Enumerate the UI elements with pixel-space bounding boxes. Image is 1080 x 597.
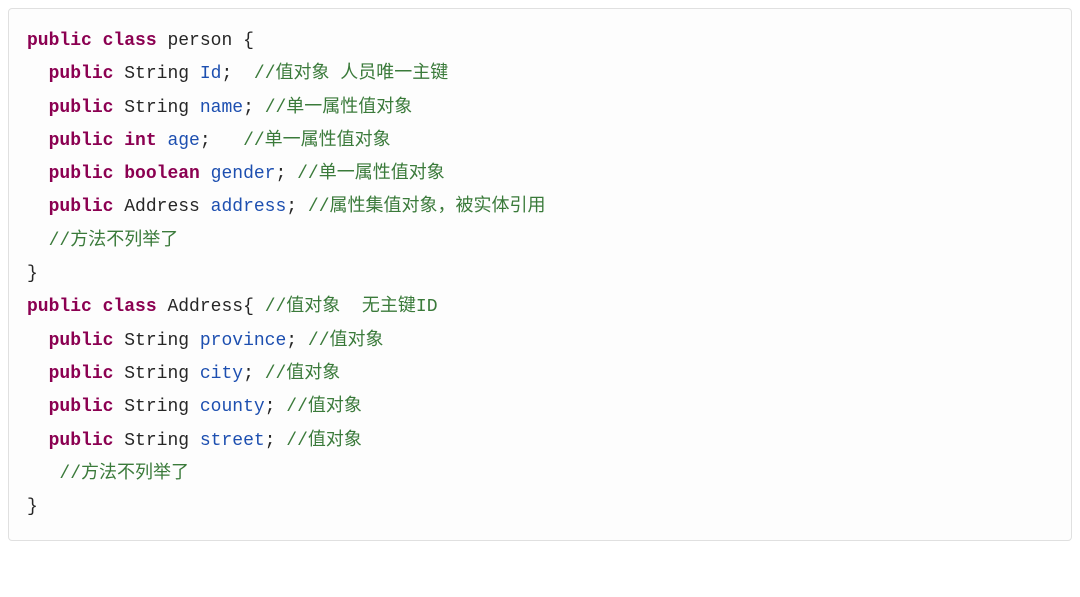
field-street: street <box>200 431 265 451</box>
brace-close: } <box>27 497 38 517</box>
comment: //方法不列举了 <box>49 231 179 251</box>
type-string: String <box>124 364 189 384</box>
field-name: name <box>200 98 243 118</box>
semicolon: ; <box>243 98 254 118</box>
keyword-public: public <box>49 64 114 84</box>
field-gender: gender <box>211 164 276 184</box>
type-string: String <box>124 64 189 84</box>
field-county: county <box>200 397 265 417</box>
comment: //属性集值对象，被实体引用 <box>308 197 546 217</box>
semicolon: ; <box>265 431 276 451</box>
type-string: String <box>124 98 189 118</box>
type-string: String <box>124 431 189 451</box>
keyword-class: class <box>103 297 157 317</box>
keyword-public: public <box>49 331 114 351</box>
comment: //单一属性值对象 <box>297 164 445 184</box>
brace-close: } <box>27 264 38 284</box>
brace-open: { <box>243 297 254 317</box>
comment: //值对象 无主键ID <box>265 297 438 317</box>
comment: //值对象 人员唯一主键 <box>254 64 448 84</box>
field-age: age <box>167 131 199 151</box>
comment: //值对象 <box>308 331 384 351</box>
type-address: Address <box>124 197 200 217</box>
keyword-public: public <box>49 98 114 118</box>
semicolon: ; <box>286 197 297 217</box>
comment: //值对象 <box>286 397 362 417</box>
field-address: address <box>211 197 287 217</box>
comment: //单一属性值对象 <box>265 98 413 118</box>
keyword-public: public <box>49 397 114 417</box>
field-province: province <box>200 331 286 351</box>
keyword-public: public <box>49 164 114 184</box>
code-block: public class person { public String Id; … <box>8 8 1072 541</box>
semicolon: ; <box>275 164 286 184</box>
type-string: String <box>124 397 189 417</box>
comment: //值对象 <box>265 364 341 384</box>
class-name: person <box>167 31 232 51</box>
type-string: String <box>124 331 189 351</box>
keyword-class: class <box>103 31 157 51</box>
keyword-public: public <box>49 197 114 217</box>
semicolon: ; <box>200 131 211 151</box>
field-id: Id <box>200 64 222 84</box>
keyword-public: public <box>49 364 114 384</box>
keyword-boolean: boolean <box>124 164 200 184</box>
semicolon: ; <box>221 64 232 84</box>
comment: //值对象 <box>286 431 362 451</box>
semicolon: ; <box>243 364 254 384</box>
keyword-int: int <box>124 131 156 151</box>
keyword-public: public <box>49 131 114 151</box>
semicolon: ; <box>286 331 297 351</box>
field-city: city <box>200 364 243 384</box>
keyword-public: public <box>49 431 114 451</box>
comment: //方法不列举了 <box>59 464 189 484</box>
comment: //单一属性值对象 <box>243 131 391 151</box>
keyword-public: public <box>27 31 92 51</box>
semicolon: ; <box>265 397 276 417</box>
keyword-public: public <box>27 297 92 317</box>
brace-open: { <box>243 31 254 51</box>
class-name: Address <box>167 297 243 317</box>
